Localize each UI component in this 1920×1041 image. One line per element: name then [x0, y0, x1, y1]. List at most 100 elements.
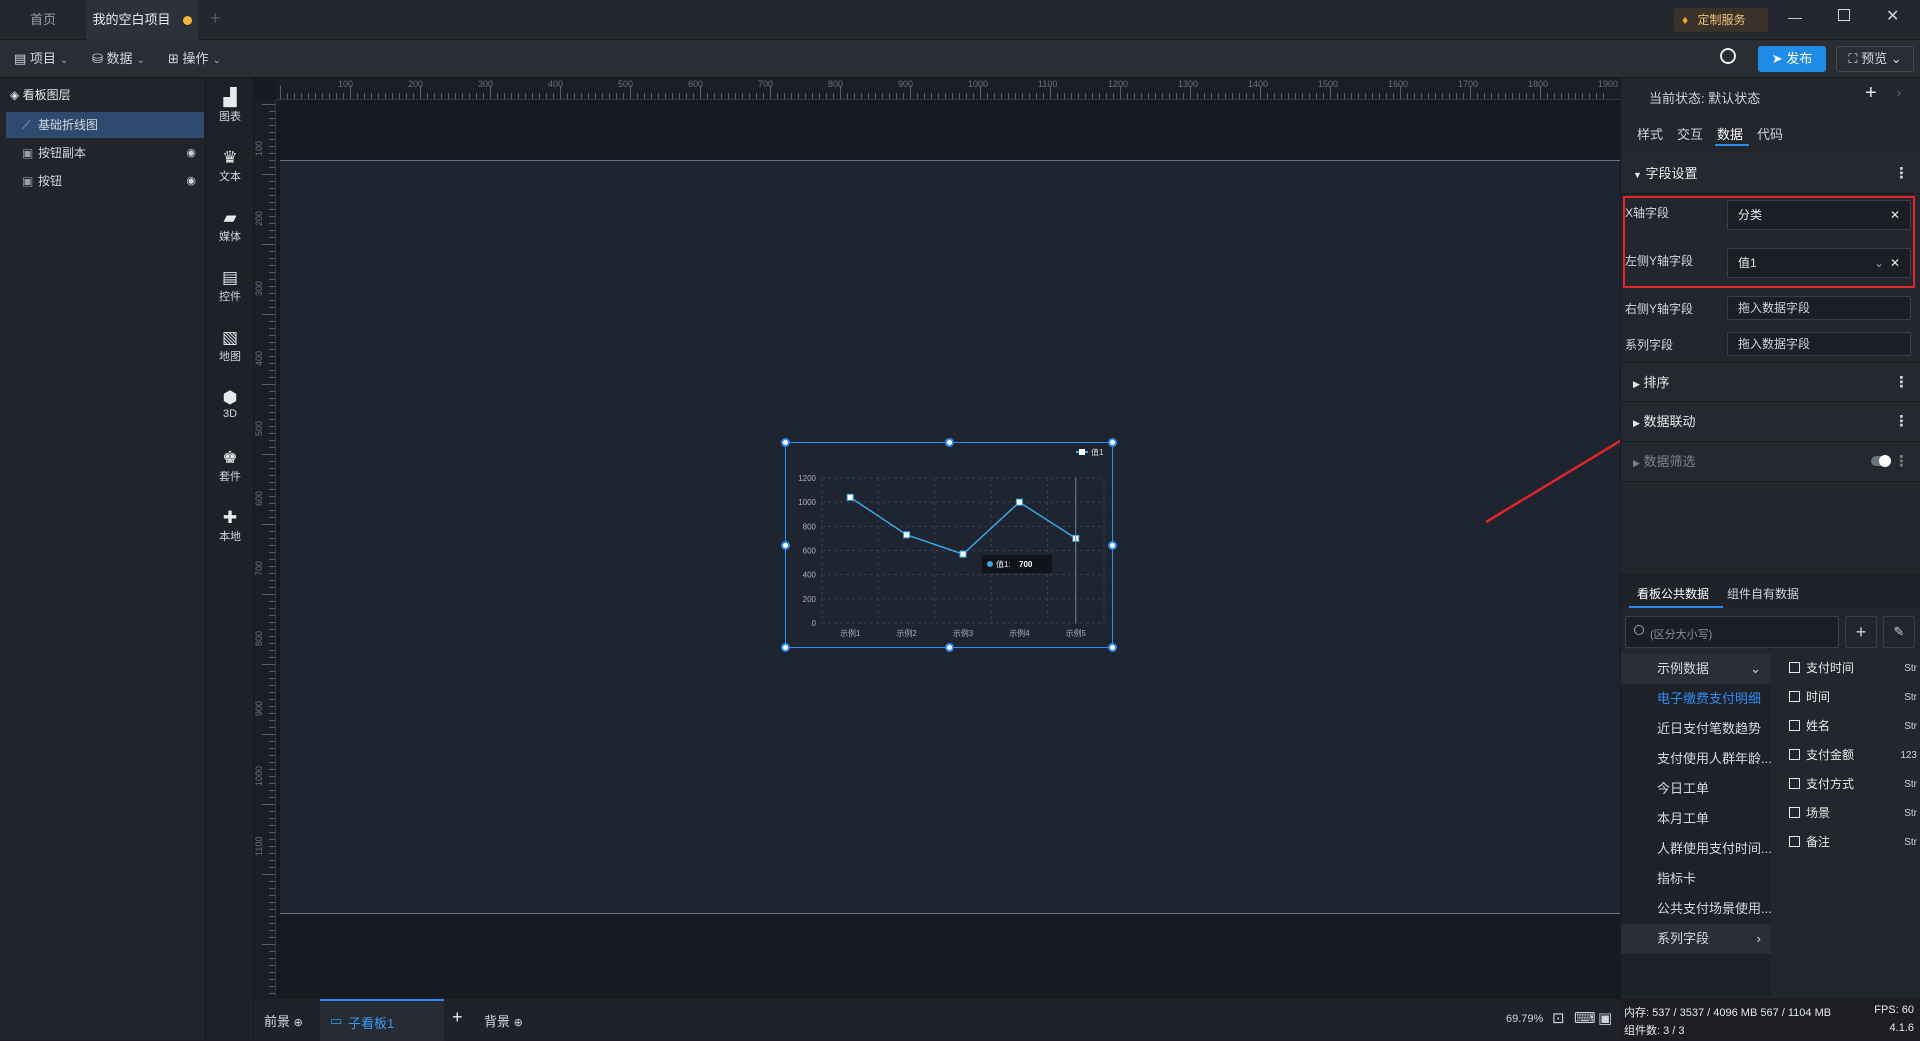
zoom-level[interactable]: 69.79% — [1506, 1013, 1543, 1025]
sub-board-tab[interactable]: ▭ 子看板1 — [320, 999, 444, 1041]
fit-screen-icon[interactable]: ⊡ — [1552, 1009, 1565, 1027]
linkage-section-header[interactable]: ▶ 数据联动 ⋮ — [1621, 402, 1920, 442]
tab-home[interactable]: 首页 — [0, 0, 86, 40]
tab-public-data[interactable]: 看板公共数据 — [1637, 585, 1709, 602]
new-tab-plus-icon[interactable]: + — [210, 8, 221, 29]
tab-style[interactable]: 样式 — [1637, 124, 1663, 143]
right-y-field[interactable]: 拖入数据字段 — [1727, 296, 1911, 320]
field-item[interactable]: 支付方式 Str — [1789, 770, 1919, 799]
tab-code[interactable]: 代码 — [1757, 124, 1783, 143]
ruler-tick — [262, 524, 275, 525]
search-icon[interactable] — [1720, 48, 1736, 64]
minimize-icon[interactable]: — — [1788, 9, 1802, 25]
ruler-tick — [805, 93, 806, 99]
field-item[interactable]: 支付时间 Str — [1789, 654, 1919, 683]
tab-project[interactable]: 我的空白项目 — [86, 0, 198, 40]
add-circle-icon[interactable]: ⊕ — [514, 1017, 523, 1029]
field-item[interactable]: 场景 Str — [1789, 799, 1919, 828]
menu-project[interactable]: ▤ 项目 ⌄ — [14, 40, 68, 78]
series-field-group[interactable]: 系列字段 › — [1621, 924, 1771, 954]
field-settings-header[interactable]: ▼ 字段设置 ⋮ — [1621, 154, 1920, 194]
menu-operation[interactable]: ⊞ 操作 ⌄ — [168, 40, 221, 78]
layer-item[interactable]: ⟋ 基础折线图 — [6, 112, 204, 138]
data-point — [903, 531, 911, 539]
series-field[interactable]: 拖入数据字段 — [1727, 332, 1911, 356]
menu-bar: ▤ 项目 ⌄ ⛁ 数据 ⌄ ⊞ 操作 ⌄ ➤ 发布 ⛶ 预览 ⌄ — [0, 40, 1920, 78]
keyboard-icon[interactable]: ⌨ — [1574, 1009, 1596, 1027]
checkbox[interactable] — [1789, 778, 1800, 789]
dataset-item[interactable]: 公共支付场景使用... — [1621, 894, 1771, 924]
preview-button[interactable]: ⛶ 预览 ⌄ — [1836, 46, 1914, 72]
checkbox[interactable] — [1789, 807, 1800, 818]
resize-handle[interactable] — [781, 643, 790, 652]
more-options-icon[interactable]: ⋮ — [1894, 442, 1909, 482]
close-window-icon[interactable]: ✕ — [1886, 6, 1899, 26]
ruler-label: 1500 — [1318, 79, 1339, 89]
ruler-tick — [392, 93, 393, 99]
resize-handle[interactable] — [781, 541, 790, 550]
add-board-plus-icon[interactable]: + — [452, 1007, 463, 1028]
sort-section-header[interactable]: ▶ 排序 ⋮ — [1621, 362, 1920, 402]
tool-3d[interactable]: ⬢ 3D — [206, 388, 254, 420]
resize-handle[interactable] — [781, 438, 790, 447]
terminal-icon[interactable]: ▣ — [1598, 1009, 1612, 1027]
ruler-tick — [1526, 93, 1527, 99]
tool-text[interactable]: ♛ 文本 — [206, 148, 254, 184]
field-item[interactable]: 备注 Str — [1789, 828, 1919, 857]
edit-icon[interactable]: ✎ — [1883, 616, 1915, 648]
tab-data[interactable]: 数据 — [1717, 124, 1743, 143]
tab-interaction[interactable]: 交互 — [1677, 124, 1703, 143]
layer-item[interactable]: ▣ 按钮副本 ◉ — [6, 140, 204, 166]
front-layer-tab[interactable]: 前景 ⊕ — [264, 1011, 303, 1030]
add-state-plus-icon[interactable]: + — [1865, 82, 1877, 105]
ruler-tick — [1547, 93, 1548, 99]
resize-handle[interactable] — [1108, 643, 1117, 652]
chevron-right-icon[interactable]: › — [1897, 86, 1901, 100]
tool-control[interactable]: ▤ 控件 — [206, 268, 254, 304]
hidden-eye-icon[interactable]: ◉ — [186, 168, 196, 194]
menu-data[interactable]: ⛁ 数据 ⌄ — [92, 40, 145, 78]
checkbox[interactable] — [1789, 720, 1800, 731]
add-circle-icon[interactable]: ⊕ — [294, 1017, 303, 1029]
tool-label: 控件 — [219, 291, 241, 303]
ruler-tick — [882, 93, 883, 99]
custom-service-button[interactable]: ♦ 定制服务 — [1674, 8, 1768, 32]
line-chart-widget[interactable]: 0 200 400 600 800 1000 1200 示例1 示例2 示例3 示例4 示例5 值1 值1… — [781, 438, 1117, 652]
dataset-search[interactable]: (区分大小写) — [1625, 616, 1839, 648]
hidden-eye-icon[interactable]: ◉ — [186, 140, 196, 166]
field-item[interactable]: 姓名 Str — [1789, 712, 1919, 741]
tab-own-data[interactable]: 组件自有数据 — [1727, 585, 1799, 602]
layer-item[interactable]: ▣ 按钮 ◉ — [6, 168, 204, 194]
more-options-icon[interactable]: ⋮ — [1894, 154, 1909, 194]
resize-handle[interactable] — [945, 438, 954, 447]
tool-kit[interactable]: ♚ 套件 — [206, 448, 254, 484]
more-options-icon[interactable]: ⋮ — [1894, 363, 1909, 403]
checkbox[interactable] — [1789, 691, 1800, 702]
tool-map[interactable]: ▧ 地图 — [206, 328, 254, 364]
ruler-tick — [262, 594, 275, 595]
filter-toggle[interactable] — [1871, 455, 1891, 467]
restore-icon[interactable] — [1838, 9, 1850, 21]
ruler-tick — [1358, 93, 1359, 99]
ruler-tick — [364, 93, 365, 99]
resize-handle[interactable] — [1108, 438, 1117, 447]
checkbox[interactable] — [1789, 662, 1800, 673]
ruler-tick — [1561, 93, 1562, 99]
tool-media[interactable]: ▰ 媒体 — [206, 208, 254, 244]
tool-chart[interactable]: ▟ 图表 — [206, 88, 254, 124]
ruler-tick — [938, 93, 939, 99]
ruler-tick — [1533, 93, 1534, 99]
resize-handle[interactable] — [945, 643, 954, 652]
field-item[interactable]: 时间 Str — [1789, 683, 1919, 712]
add-dataset-plus-icon[interactable]: + — [1845, 616, 1877, 648]
field-item[interactable]: 支付金额 123 — [1789, 741, 1919, 770]
checkbox[interactable] — [1789, 836, 1800, 847]
resize-handle[interactable] — [1108, 541, 1117, 550]
checkbox[interactable] — [1789, 749, 1800, 760]
tool-local[interactable]: ✚ 本地 — [206, 508, 254, 544]
publish-button[interactable]: ➤ 发布 — [1758, 46, 1826, 72]
filter-section-header[interactable]: ▶ 数据筛选 ⋮ — [1621, 442, 1920, 482]
background-layer-tab[interactable]: 背景 ⊕ — [484, 1011, 523, 1030]
ruler-tick — [714, 93, 715, 99]
more-options-icon[interactable]: ⋮ — [1894, 402, 1909, 442]
